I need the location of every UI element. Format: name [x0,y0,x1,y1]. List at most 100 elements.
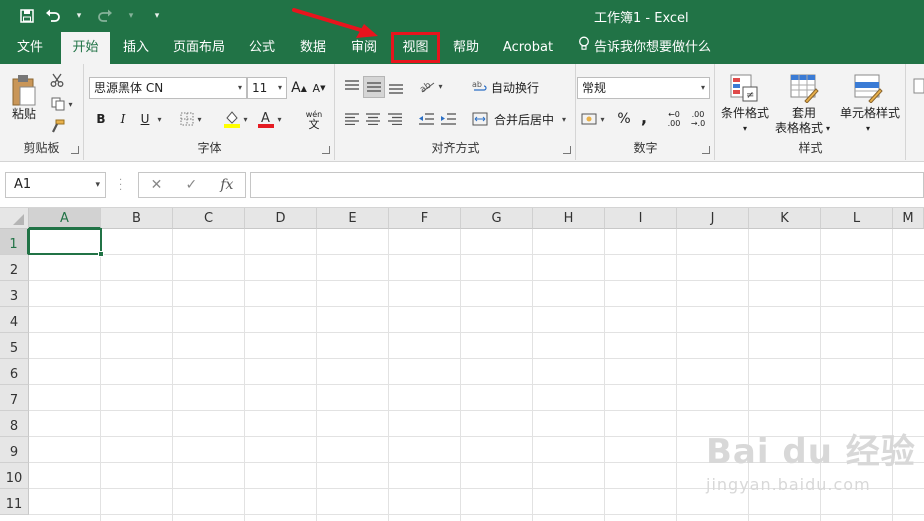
format-as-table-label-1[interactable]: 套用 [774,106,834,121]
insert-cells-icon[interactable] [912,72,924,102]
shrink-font-button[interactable]: A ▼ [311,78,327,98]
tab-acrobat[interactable]: Acrobat [496,32,560,64]
undo-dropdown-icon[interactable]: ▾ [70,6,88,26]
active-cell[interactable] [28,228,102,255]
underline-button[interactable]: U [137,109,153,129]
column-header-h[interactable]: H [533,208,605,229]
cancel-icon[interactable]: ✕ [151,177,163,193]
column-header-a[interactable]: A [29,208,101,229]
alignment-launcher-icon[interactable] [563,146,571,154]
row-header-8[interactable]: 8 [0,411,29,437]
row-header-6[interactable]: 6 [0,359,29,385]
underline-dropdown-icon[interactable]: ▾ [153,109,163,129]
font-size-combo[interactable]: 11 ▾ [247,77,287,99]
percent-button[interactable]: % [615,109,633,129]
top-align-icon[interactable] [342,76,362,96]
italic-button[interactable]: I [115,109,131,129]
chevron-down-icon[interactable]: ▾ [864,121,872,136]
row-header-3[interactable]: 3 [0,281,29,307]
column-header-j[interactable]: J [677,208,749,229]
decrease-decimal-button[interactable]: .00 →.0 [687,108,709,130]
resize-handle-icon[interactable]: · · · [119,176,122,196]
font-color-icon[interactable]: A ▾ [255,107,285,131]
enter-icon[interactable]: ✓ [185,177,197,193]
merge-center-icon[interactable] [470,109,490,129]
formula-input[interactable] [250,172,924,198]
format-as-table-label-2[interactable]: 表格格式 [768,121,830,136]
increase-decimal-button[interactable]: ←0 .00 [663,108,685,130]
tab-file[interactable]: 文件 [8,32,52,64]
phonetic-guide-button[interactable]: wén 文 [299,108,329,132]
redo-dropdown-icon[interactable]: ▾ [122,6,140,26]
wrap-text-icon[interactable]: ab [470,77,490,97]
insert-function-icon[interactable]: fx [220,177,233,193]
wrap-text-button[interactable]: 自动换行 [490,77,540,97]
middle-align-icon[interactable] [363,76,385,98]
column-header-i[interactable]: I [605,208,677,229]
font-launcher-icon[interactable] [322,146,330,154]
column-header-c[interactable]: C [173,208,245,229]
row-header-7[interactable]: 7 [0,385,29,411]
paste-icon[interactable] [8,70,40,110]
undo-icon[interactable] [44,6,62,26]
grow-font-button[interactable]: A ▲ [291,78,307,98]
row-header-2[interactable]: 2 [0,255,29,281]
align-right-icon[interactable] [385,109,405,129]
column-header-d[interactable]: D [245,208,317,229]
row-header-9[interactable]: 9 [0,437,29,463]
row-header-11[interactable]: 11 [0,489,29,515]
fill-handle[interactable] [98,251,104,257]
column-header-f[interactable]: F [389,208,461,229]
number-format-combo[interactable]: 常规 ▾ [577,77,710,99]
column-header-g[interactable]: G [461,208,533,229]
name-box[interactable]: A1 ▾ [5,172,106,198]
increase-indent-icon[interactable] [438,109,458,129]
align-center-icon[interactable] [363,109,383,129]
chevron-down-icon[interactable]: ▾ [278,78,282,98]
bottom-align-icon[interactable] [386,78,406,98]
row-header-10[interactable]: 10 [0,463,29,489]
conditional-formatting-label[interactable]: 条件格式 [716,106,774,121]
redo-icon[interactable] [96,6,114,26]
row-header-5[interactable]: 5 [0,333,29,359]
bold-button[interactable]: B [93,109,109,129]
customize-qat-icon[interactable]: ▾ [148,6,166,26]
tab-insert[interactable]: 插入 [115,32,157,64]
chevron-down-icon[interactable]: ▾ [95,173,100,197]
column-header-b[interactable]: B [101,208,173,229]
format-painter-icon[interactable] [46,116,68,136]
chevron-down-icon[interactable]: ▾ [238,78,242,98]
tab-help[interactable]: 帮助 [445,32,487,64]
row-header-4[interactable]: 4 [0,307,29,333]
accounting-format-icon[interactable]: ▾ [577,109,609,129]
format-as-table-icon[interactable] [788,72,820,104]
column-header-e[interactable]: E [317,208,389,229]
comma-style-button[interactable]: , [637,107,651,127]
select-all-corner[interactable] [0,208,29,229]
row-header-1[interactable]: 1 [0,229,29,255]
decrease-indent-icon[interactable] [416,109,436,129]
chevron-down-icon[interactable]: ▾ [701,78,705,98]
cut-icon[interactable] [46,70,68,90]
tell-me-box[interactable]: 告诉我你想要做什么 [578,32,711,64]
tab-home[interactable]: 开始 [61,32,110,66]
orientation-icon[interactable]: ab ▾ [416,76,446,96]
column-header-m[interactable]: M [893,208,924,229]
chevron-down-icon[interactable]: ▾ [716,121,774,136]
column-header-l[interactable]: L [821,208,893,229]
cell-styles-icon[interactable] [852,72,884,104]
chevron-down-icon[interactable]: ▾ [824,121,832,136]
column-header-k[interactable]: K [749,208,821,229]
clipboard-launcher-icon[interactable] [71,146,79,154]
copy-icon[interactable]: ▾ [46,94,78,114]
merge-center-button[interactable]: 合并后居中 ▾ [490,109,570,129]
number-launcher-icon[interactable] [702,146,710,154]
tab-page-layout[interactable]: 页面布局 [166,32,232,64]
borders-icon[interactable]: ▾ [177,109,205,129]
cell-styles-label[interactable]: 单元格样式 [834,106,906,121]
font-name-combo[interactable]: 思源黑体 CN ▾ [89,77,247,99]
paste-label[interactable]: 粘贴 [6,107,42,122]
save-icon[interactable] [18,6,36,26]
align-left-icon[interactable] [342,109,362,129]
fill-color-icon[interactable]: ▾ [221,107,251,131]
